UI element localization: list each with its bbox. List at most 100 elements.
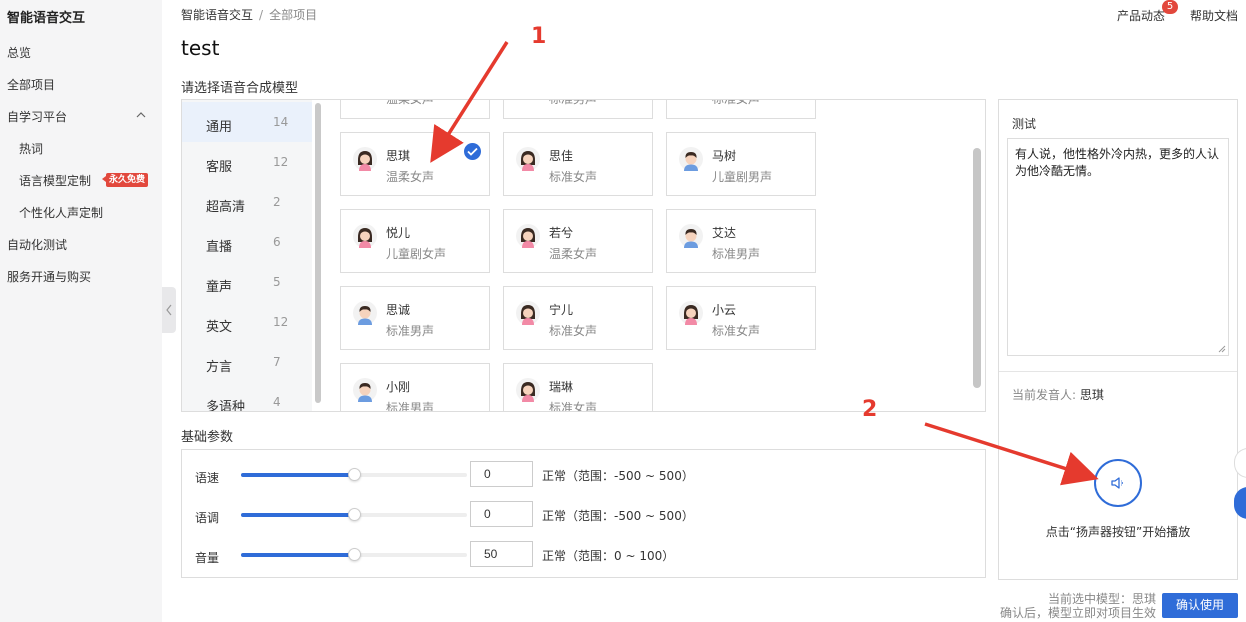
slider-thumb[interactable] (348, 508, 361, 521)
voice-card[interactable]: 宁儿 标准女声 (503, 286, 653, 350)
voice-card[interactable]: 标准女声 (666, 100, 816, 119)
category-item[interactable]: 方言 7 (182, 342, 312, 382)
voice-desc: 标准男声 (386, 401, 435, 411)
voice-card[interactable]: 小云 标准女声 (666, 286, 816, 350)
chevron-left-icon (166, 304, 172, 316)
voice-card[interactable]: 瑞琳 标准女声 (503, 363, 653, 411)
param-slider[interactable] (241, 508, 467, 521)
voice-name: 艾达 (712, 226, 737, 240)
voice-card-grid: 温柔女声标准男声标准女声 思琪温柔女声 思佳标准女声 马树儿童剧男声 悦儿儿童剧… (327, 100, 967, 411)
voice-card[interactable]: 马树 儿童剧男声 (666, 132, 816, 196)
slider-thumb[interactable] (348, 548, 361, 561)
voice-desc: 标准男声 (386, 324, 435, 338)
breadcrumb: 智能语音交互 / 全部项目 (181, 8, 318, 22)
voice-desc: 温柔女声 (386, 100, 434, 107)
test-text-input[interactable]: 有人说，他性格外冷内热，更多的人认为他冷酷无情。 (1007, 138, 1229, 356)
category-item[interactable]: 通用 14 (182, 102, 312, 142)
voice-desc: 温柔女声 (549, 247, 598, 261)
current-speaker-prefix: 当前发音人: (1012, 388, 1080, 402)
param-slider[interactable] (241, 548, 467, 561)
voice-desc: 标准女声 (712, 100, 760, 107)
voice-grid-scrollbar[interactable] (973, 148, 981, 388)
param-row: 语速 正常（范围：-500 ~ 500） (182, 459, 982, 489)
product-news-link[interactable]: 产品动态 (1117, 7, 1165, 24)
voice-desc: 标准女声 (549, 170, 598, 184)
param-value-input[interactable] (470, 541, 533, 567)
female-avatar-icon (516, 147, 540, 171)
voice-name: 若兮 (549, 226, 574, 240)
selected-check-icon (464, 143, 481, 160)
resize-grip-icon[interactable] (1218, 345, 1226, 353)
category-item[interactable]: 多语种 4 (182, 382, 312, 412)
breadcrumb-root[interactable]: 智能语音交互 (181, 8, 253, 22)
voice-card[interactable]: 小刚 标准男声 (340, 363, 490, 411)
sidebar-collapse-button[interactable] (162, 287, 176, 333)
category-item[interactable]: 客服 12 (182, 142, 312, 182)
confirm-note: 确认后，模型立即对项目生效 (999, 606, 1156, 620)
category-count: 12 (273, 315, 289, 329)
breadcrumb-current[interactable]: 全部项目 (269, 8, 317, 22)
sidebar-item-lm-custom[interactable]: 语言模型定制 (19, 172, 91, 189)
sidebar-item-purchase[interactable]: 服务开通与购买 (7, 268, 91, 285)
voice-desc: 标准男声 (712, 247, 761, 261)
model-selection-panel: 通用14客服12超高清2直播6童声5英文12方言7多语种4 温柔女声标准男声标准… (181, 99, 986, 412)
voice-name: 瑞琳 (549, 380, 574, 394)
voice-card[interactable]: 标准男声 (503, 100, 653, 119)
category-scrollbar[interactable] (315, 103, 321, 403)
voice-name: 思诚 (386, 303, 411, 317)
female-avatar-icon (516, 378, 540, 402)
category-count: 6 (273, 235, 281, 249)
sidebar-item-self-learning[interactable]: 自学习平台 (7, 108, 67, 125)
male-avatar-icon (679, 147, 703, 171)
sidebar-item-overview[interactable]: 总览 (7, 44, 31, 61)
slider-thumb[interactable] (348, 468, 361, 481)
category-item[interactable]: 直播 6 (182, 222, 312, 262)
voice-card[interactable]: 艾达 标准男声 (666, 209, 816, 273)
female-avatar-icon (516, 301, 540, 325)
current-speaker: 当前发音人: 思琪 (1012, 386, 1104, 403)
param-row: 音量 正常（范围：0 ~ 100） (182, 539, 982, 569)
category-count: 5 (273, 275, 281, 289)
chevron-up-icon[interactable] (136, 110, 146, 120)
param-range: 正常（范围：0 ~ 100） (542, 549, 675, 563)
help-docs-link[interactable]: 帮助文档 (1190, 7, 1238, 24)
voice-name: 悦儿 (386, 226, 411, 240)
female-avatar-icon (679, 301, 703, 325)
category-count: 14 (273, 115, 289, 129)
category-count: 4 (273, 395, 281, 409)
voice-name: 小刚 (386, 380, 411, 394)
param-row: 语调 正常（范围：-500 ~ 500） (182, 499, 982, 529)
annotation-number-1: 1 (531, 24, 547, 49)
category-name: 多语种 (206, 400, 246, 412)
voice-card[interactable]: 思佳 标准女声 (503, 132, 653, 196)
sidebar-item-hotwords[interactable]: 热词 (19, 140, 43, 157)
annotation-number-2: 2 (862, 397, 878, 422)
voice-card[interactable]: 思琪 温柔女声 (340, 132, 490, 196)
voice-desc: 标准女声 (712, 324, 761, 338)
voice-desc: 标准男声 (549, 100, 597, 107)
voice-desc: 标准女声 (549, 324, 598, 338)
voice-name: 宁儿 (549, 303, 574, 317)
category-list: 通用 14 客服 12 超高清 2 直播 6 童声 5 英文 12 方言 7 多语种 4 (182, 100, 312, 411)
param-value-input[interactable] (470, 461, 533, 487)
params-section-label: 基础参数 (181, 430, 234, 445)
sidebar-item-all-projects[interactable]: 全部项目 (7, 76, 55, 93)
category-item[interactable]: 超高清 2 (182, 182, 312, 222)
category-name: 方言 (206, 360, 233, 375)
voice-name: 思琪 (386, 149, 411, 163)
sidebar-item-voice-custom[interactable]: 个性化人声定制 (19, 204, 103, 221)
notification-count-badge: 5 (1162, 0, 1178, 14)
param-value-input[interactable] (470, 501, 533, 527)
voice-card[interactable]: 思诚 标准男声 (340, 286, 490, 350)
sidebar-item-auto-test[interactable]: 自动化测试 (7, 236, 67, 253)
param-slider[interactable] (241, 468, 467, 481)
category-item[interactable]: 英文 12 (182, 302, 312, 342)
category-item[interactable]: 童声 5 (182, 262, 312, 302)
confirm-use-button[interactable]: 确认使用 (1162, 593, 1238, 618)
voice-card[interactable]: 若兮 温柔女声 (503, 209, 653, 273)
category-name: 客服 (206, 160, 233, 175)
category-name: 直播 (206, 240, 233, 255)
voice-card[interactable]: 悦儿 儿童剧女声 (340, 209, 490, 273)
voice-card[interactable]: 温柔女声 (340, 100, 490, 119)
speaker-play-button[interactable] (1094, 459, 1142, 507)
